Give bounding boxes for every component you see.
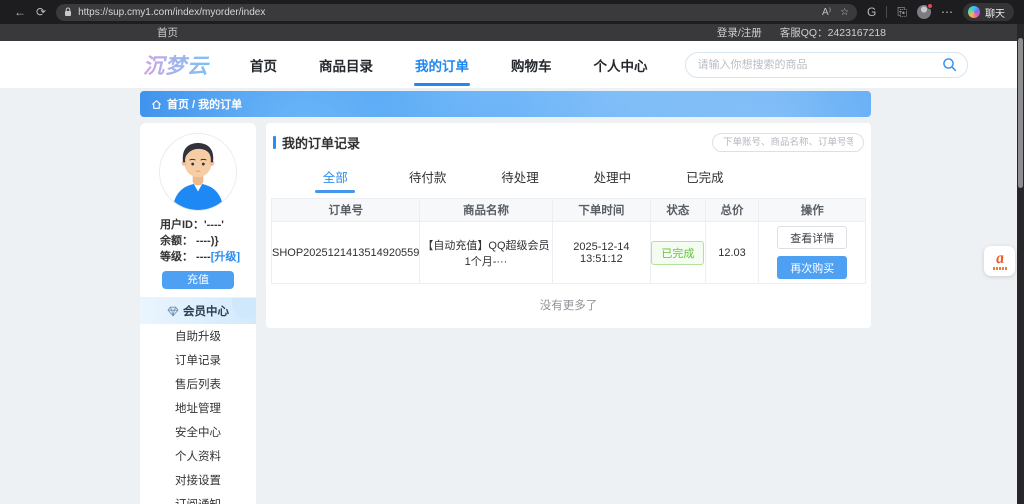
no-more-text: 没有更多了 [271,284,866,328]
col-total-price: 总价 [705,199,759,222]
sidebar-item-security-center[interactable]: 安全中心 [140,420,256,444]
cell-product-name: 【自动充值】QQ超级会员1个月-··· [420,222,552,284]
tab-completed[interactable]: 已完成 [659,161,751,196]
more-menu-icon[interactable]: ⋯ [941,6,953,18]
col-status: 状态 [651,199,705,222]
sidebar-item-aftersale-list[interactable]: 售后列表 [140,372,256,396]
nav-item-my-orders[interactable]: 我的订单 [394,41,490,88]
browser-chrome: ← ⟳ https://sup.cmy1.com/index/myorder/i… [0,0,1024,24]
back-icon[interactable]: ← [14,6,26,18]
status-badge: 已完成 [651,241,704,265]
order-filter-input[interactable] [723,137,853,148]
breadcrumb: 首页 / 我的订单 [167,96,242,112]
upgrade-link[interactable]: [升级] [211,251,240,263]
nav-item-catalog[interactable]: 商品目录 [298,41,394,88]
collections-icon[interactable]: ⎘ [897,6,907,18]
copilot-icon [968,6,980,18]
login-register-link[interactable]: 登录/注册 [717,25,762,40]
tab-all[interactable]: 全部 [289,161,381,196]
col-actions: 操作 [759,199,866,222]
orders-panel: 我的订单记录 全部 待付款 待处理 处理中 已完成 订单号 商品名称 下单时间 [266,123,871,328]
table-header-row: 订单号 商品名称 下单时间 状态 总价 操作 [272,199,866,222]
content-area: 用户ID：'----' 余额： ----)} 等级： ----[升级] 充值 会… [140,123,871,504]
user-level-text: 等级： ----[升级] [160,249,256,265]
lock-icon [64,7,72,17]
browser-extension-g-icon[interactable]: G [867,6,876,18]
orders-title: 我的订单记录 [273,133,360,152]
browser-profile-avatar[interactable] [917,5,931,19]
col-order-no: 订单号 [272,199,420,222]
tab-pending-process[interactable]: 待处理 [474,161,566,196]
favorite-star-icon[interactable]: ☆ [840,7,849,18]
cell-order-time: 2025-12-14 13:51:12 [552,222,651,284]
brand-logo[interactable]: 沉梦云 [143,50,219,80]
sidebar-item-member-center[interactable]: 会员中心 [140,298,256,324]
recharge-button[interactable]: 充值 [162,271,234,289]
user-balance-text: 余额： ----)} [160,233,256,249]
copilot-label: 聊天 [985,5,1005,20]
col-order-time: 下单时间 [552,199,651,222]
order-filter-box[interactable] [712,133,864,152]
toolbar-divider [886,6,887,18]
scrollbar-thumb[interactable] [1018,38,1023,188]
level-value: 等级： ---- [160,251,211,263]
refresh-icon[interactable]: ⟳ [36,6,46,18]
cell-order-no: SHOP2025121413514920559 [272,222,420,284]
sidebar-item-subscribe-notify[interactable]: 订阅通知 [140,492,256,504]
user-id-text: 用户ID：'----' [160,217,256,233]
service-qq-text: 客服QQ：2423167218 [780,25,886,40]
service-float-badge[interactable]: a [984,246,1015,276]
user-sidebar: 用户ID：'----' 余额： ----)} 等级： ----[升级] 充值 会… [140,123,256,504]
search-icon[interactable] [942,57,957,72]
sidebar-item-order-records[interactable]: 订单记录 [140,348,256,372]
product-search-box[interactable] [685,52,968,78]
sidebar-item-api-settings[interactable]: 对接设置 [140,468,256,492]
order-status-tabs: 全部 待付款 待处理 处理中 已完成 [289,161,751,196]
url-text: https://sup.cmy1.com/index/myorder/index [78,7,816,18]
cell-status: 已完成 [651,222,705,284]
notification-dot [927,3,933,9]
nav-items: 首页 商品目录 我的订单 购物车 个人中心 [229,41,669,88]
copilot-chat-button[interactable]: 聊天 [963,3,1014,21]
tab-pending-payment[interactable]: 待付款 [381,161,473,196]
main-nav: 沉梦云 首页 商品目录 我的订单 购物车 个人中心 [0,41,1024,88]
col-product-name: 商品名称 [420,199,552,222]
topbar-home-link[interactable]: 首页 [157,25,178,40]
brand-mark [993,267,1007,270]
breadcrumb-banner: 首页 / 我的订单 [140,91,871,117]
sidebar-item-label: 会员中心 [183,303,229,319]
table-row: SHOP2025121413514920559 【自动充值】QQ超级会员1个月-… [272,222,866,284]
product-search-input[interactable] [698,59,942,71]
user-info: 用户ID：'----' 余额： ----)} 等级： ----[升级] [140,211,256,265]
page: ← ⟳ https://sup.cmy1.com/index/myorder/i… [0,0,1024,504]
orders-table: 订单号 商品名称 下单时间 状态 总价 操作 SHOP2025121413514… [271,198,866,284]
sidebar-item-self-upgrade[interactable]: 自助升级 [140,324,256,348]
nav-item-cart[interactable]: 购物车 [490,41,573,88]
home-icon [151,99,162,110]
cell-actions: 查看详情 再次购买 [759,222,866,284]
user-avatar [159,133,237,211]
nav-item-profile[interactable]: 个人中心 [573,41,669,88]
sidebar-item-address-manage[interactable]: 地址管理 [140,396,256,420]
scrollbar-track[interactable] [1017,24,1024,504]
site-topbar: 首页 登录/注册 客服QQ：2423167218 [0,24,1024,41]
buy-again-button[interactable]: 再次购买 [777,256,847,279]
tab-processing[interactable]: 处理中 [566,161,658,196]
sidebar-item-personal-info[interactable]: 个人资料 [140,444,256,468]
sidebar-menu: 会员中心 自助升级 订单记录 售后列表 地址管理 安全中心 个人资料 对接设置 … [140,297,256,504]
view-details-button[interactable]: 查看详情 [777,226,847,249]
cell-total-price: 12.03 [705,222,759,284]
nav-item-home[interactable]: 首页 [229,41,298,88]
gem-icon [167,306,179,317]
orange-brand-icon: a [995,252,1004,267]
read-aloud-icon[interactable]: A⁾ [822,7,831,18]
address-bar[interactable]: https://sup.cmy1.com/index/myorder/index… [56,4,857,21]
